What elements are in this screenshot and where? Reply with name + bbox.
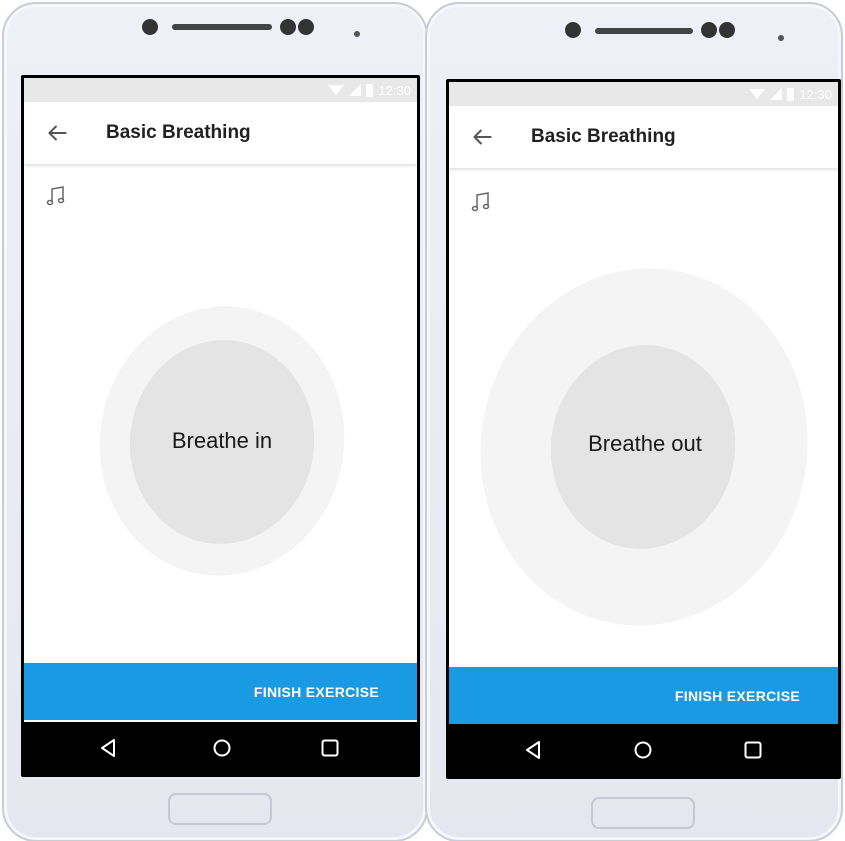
- signal-icon: [349, 84, 362, 96]
- arrow-back-icon[interactable]: [469, 124, 495, 150]
- wifi-icon: [328, 85, 345, 95]
- hardware-home-button[interactable]: [591, 797, 695, 829]
- music-note-icon[interactable]: [46, 185, 66, 207]
- nav-home-icon[interactable]: [631, 738, 655, 762]
- battery-icon: [787, 87, 795, 101]
- sensor-dot: [298, 19, 314, 35]
- phone-frame-right: 12:30 Basic Breathing Breathe out FINISH…: [425, 2, 843, 841]
- phone-frame-left: 12:30 Basic Breathing Breathe in FINISH …: [2, 2, 428, 841]
- earpiece-speaker: [595, 28, 693, 34]
- signal-icon: [770, 88, 783, 100]
- app-bar: Basic Breathing: [24, 102, 417, 164]
- app-screen: 12:30 Basic Breathing Breathe in FINISH …: [24, 78, 417, 774]
- status-bar: 12:30: [24, 78, 417, 102]
- nav-back-icon[interactable]: [96, 736, 120, 760]
- page-title: Basic Breathing: [106, 122, 251, 143]
- battery-icon: [366, 83, 374, 97]
- wifi-icon: [749, 89, 766, 99]
- nav-recents-icon[interactable]: [318, 736, 342, 760]
- app-screen: 12:30 Basic Breathing Breathe out FINISH…: [449, 82, 838, 776]
- page-title: Basic Breathing: [531, 126, 676, 147]
- sensor-dot: [280, 19, 296, 35]
- status-time: 12:30: [378, 82, 411, 98]
- finish-exercise-label: FINISH EXERCISE: [674, 687, 800, 704]
- finish-exercise-button[interactable]: FINISH EXERCISE: [24, 663, 417, 720]
- hardware-home-button[interactable]: [168, 793, 272, 825]
- finish-exercise-button[interactable]: FINISH EXERCISE: [449, 667, 838, 724]
- device-screen: 12:30 Basic Breathing Breathe out FINISH…: [446, 79, 841, 779]
- navigation-bar: [449, 724, 838, 776]
- front-camera: [142, 19, 158, 35]
- sensor-dot: [701, 22, 717, 38]
- led-indicator: [354, 31, 360, 37]
- breath-instruction: Breathe in: [171, 428, 273, 453]
- sensor-dot: [719, 22, 735, 38]
- status-bar: 12:30: [449, 82, 838, 106]
- earpiece-speaker: [172, 24, 272, 30]
- device-screen: 12:30 Basic Breathing Breathe in FINISH …: [21, 75, 420, 777]
- nav-home-icon[interactable]: [210, 736, 234, 760]
- finish-exercise-label: FINISH EXERCISE: [253, 683, 379, 700]
- music-note-icon[interactable]: [471, 191, 491, 213]
- breath-instruction: Breathe out: [588, 431, 702, 456]
- front-camera: [565, 22, 581, 38]
- navigation-bar: [24, 722, 417, 774]
- status-time: 12:30: [799, 86, 832, 102]
- led-indicator: [778, 35, 784, 41]
- arrow-back-icon[interactable]: [44, 120, 70, 146]
- app-bar: Basic Breathing: [449, 106, 838, 168]
- nav-back-icon[interactable]: [521, 738, 545, 762]
- nav-recents-icon[interactable]: [741, 738, 765, 762]
